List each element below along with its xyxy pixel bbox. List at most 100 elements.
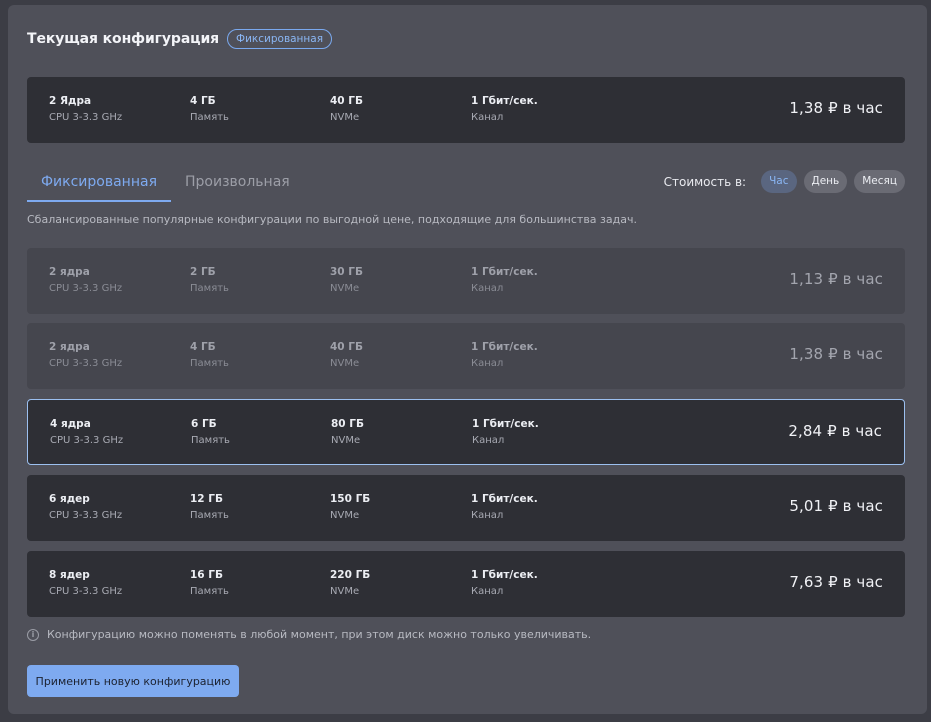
config-option-card-selected[interactable]: 4 ядра CPU 3-3.3 GHz 6 ГБ Память 80 ГБ N…	[27, 399, 905, 465]
ram-value: 4 ГБ	[190, 95, 216, 107]
tab-custom[interactable]: Произвольная	[171, 169, 304, 202]
cpu-label: CPU 3-3.3 GHz	[49, 510, 123, 521]
ram-label: Память	[190, 358, 229, 369]
price: 7,63 ₽ в час	[789, 573, 883, 591]
period-month-button[interactable]: Месяц	[854, 170, 905, 193]
network-label: Канал	[472, 435, 505, 446]
ram-label: Память	[190, 283, 229, 294]
ram-value: 2 ГБ	[190, 266, 216, 278]
disk-label: NVMe	[330, 510, 360, 521]
cores-value: 2 ядра	[49, 266, 90, 278]
network-value: 1 Гбит/сек.	[472, 418, 539, 430]
spec-ram: 4 ГБ Память	[190, 341, 229, 370]
period-day-button[interactable]: День	[803, 170, 848, 193]
network-label: Канал	[471, 510, 504, 521]
price: 5,01 ₽ в час	[789, 497, 883, 515]
network-value: 1 Гбит/сек.	[471, 493, 538, 505]
network-label: Канал	[471, 283, 504, 294]
cores-value: 2 Ядра	[49, 95, 92, 107]
network-value: 1 Гбит/сек.	[471, 95, 538, 107]
spec-disk: 220 ГБ NVMe	[330, 569, 370, 598]
plan-description: Сбалансированные популярные конфигурации…	[27, 213, 637, 226]
spec-ram: 4 ГБ Память	[190, 95, 229, 124]
ram-value: 4 ГБ	[190, 341, 216, 353]
spec-disk: 40 ГБ NVMe	[330, 95, 363, 124]
page-title: Текущая конфигурация	[27, 31, 220, 47]
price: 1,38 ₽ в час	[789, 345, 883, 363]
spec-cores: 8 ядер CPU 3-3.3 GHz	[49, 569, 122, 598]
disk-label: NVMe	[330, 112, 360, 123]
ram-label: Память	[190, 112, 229, 123]
disk-value: 40 ГБ	[330, 341, 363, 353]
cpu-label: CPU 3-3.3 GHz	[49, 112, 123, 123]
cores-value: 6 ядер	[49, 493, 90, 505]
spec-ram: 12 ГБ Память	[190, 493, 229, 522]
spec-cores: 2 ядра CPU 3-3.3 GHz	[49, 341, 122, 370]
disk-value: 40 ГБ	[330, 95, 363, 107]
ram-label: Память	[190, 510, 229, 521]
plan-type-badge: Фиксированная	[227, 29, 333, 49]
configuration-panel: Текущая конфигурация Фиксированная 2 Ядр…	[8, 5, 927, 714]
cores-value: 4 ядра	[50, 418, 91, 430]
network-label: Канал	[471, 112, 504, 123]
spec-network: 1 Гбит/сек. Канал	[471, 266, 538, 295]
spec-disk: 40 ГБ NVMe	[330, 341, 363, 370]
ram-value: 6 ГБ	[191, 418, 217, 430]
cores-value: 2 ядра	[49, 341, 90, 353]
config-option-card[interactable]: 8 ядер CPU 3-3.3 GHz 16 ГБ Память 220 ГБ…	[27, 551, 905, 617]
ram-label: Память	[191, 435, 230, 446]
disk-label: NVMe	[330, 283, 360, 294]
network-label: Канал	[471, 586, 504, 597]
apply-config-button[interactable]: Применить новую конфигурацию	[27, 665, 239, 697]
disk-label: NVMe	[330, 586, 360, 597]
ram-value: 12 ГБ	[190, 493, 223, 505]
spec-disk: 30 ГБ NVMe	[330, 266, 363, 295]
spec-network: 1 Гбит/сек. Канал	[471, 95, 538, 124]
ram-value: 16 ГБ	[190, 569, 223, 581]
cpu-label: CPU 3-3.3 GHz	[49, 586, 123, 597]
cpu-label: CPU 3-3.3 GHz	[49, 358, 123, 369]
period-hour-button[interactable]: Час	[761, 170, 797, 193]
spec-ram: 2 ГБ Память	[190, 266, 229, 295]
network-value: 1 Гбит/сек.	[471, 569, 538, 581]
spec-cores: 6 ядер CPU 3-3.3 GHz	[49, 493, 122, 522]
disk-label: NVMe	[331, 435, 361, 446]
spec-cores: 4 ядра CPU 3-3.3 GHz	[50, 418, 123, 447]
cpu-label: CPU 3-3.3 GHz	[50, 435, 124, 446]
tab-fixed[interactable]: Фиксированная	[27, 169, 171, 202]
price: 2,84 ₽ в час	[788, 422, 882, 440]
spec-disk: 150 ГБ NVMe	[330, 493, 370, 522]
spec-cores: 2 Ядра CPU 3-3.3 GHz	[49, 95, 122, 124]
disk-value: 220 ГБ	[330, 569, 371, 581]
cpu-label: CPU 3-3.3 GHz	[49, 283, 123, 294]
config-option-card: 2 ядра CPU 3-3.3 GHz 2 ГБ Память 30 ГБ N…	[27, 248, 905, 314]
spec-network: 1 Гбит/сек. Канал	[472, 418, 539, 447]
config-option-card[interactable]: 6 ядер CPU 3-3.3 GHz 12 ГБ Память 150 ГБ…	[27, 475, 905, 541]
spec-network: 1 Гбит/сек. Канал	[471, 493, 538, 522]
cores-value: 8 ядер	[49, 569, 90, 581]
price: 1,13 ₽ в час	[789, 270, 883, 288]
spec-ram: 6 ГБ Память	[191, 418, 230, 447]
cost-period-label: Стоимость в:	[663, 174, 747, 189]
spec-network: 1 Гбит/сек. Канал	[471, 341, 538, 370]
network-label: Канал	[471, 358, 504, 369]
config-note: i Конфигурацию можно поменять в любой мо…	[27, 628, 591, 641]
spec-disk: 80 ГБ NVMe	[331, 418, 364, 447]
disk-value: 80 ГБ	[331, 418, 364, 430]
config-option-card: 2 ядра CPU 3-3.3 GHz 4 ГБ Память 40 ГБ N…	[27, 323, 905, 389]
network-value: 1 Гбит/сек.	[471, 341, 538, 353]
info-icon: i	[27, 628, 39, 641]
note-text: Конфигурацию можно поменять в любой моме…	[47, 628, 592, 641]
spec-cores: 2 ядра CPU 3-3.3 GHz	[49, 266, 122, 295]
disk-label: NVMe	[330, 358, 360, 369]
ram-label: Память	[190, 586, 229, 597]
disk-value: 150 ГБ	[330, 493, 371, 505]
spec-network: 1 Гбит/сек. Канал	[471, 569, 538, 598]
spec-ram: 16 ГБ Память	[190, 569, 229, 598]
config-type-tabs: Фиксированная Произвольная	[27, 169, 304, 202]
current-config-header: Текущая конфигурация Фиксированная	[27, 29, 333, 49]
current-config-card: 2 Ядра CPU 3-3.3 GHz 4 ГБ Память 40 ГБ N…	[27, 77, 905, 143]
network-value: 1 Гбит/сек.	[471, 266, 538, 278]
price: 1,38 ₽ в час	[789, 99, 883, 117]
cost-period-selector: Стоимость в: Час День Месяц	[664, 170, 905, 193]
